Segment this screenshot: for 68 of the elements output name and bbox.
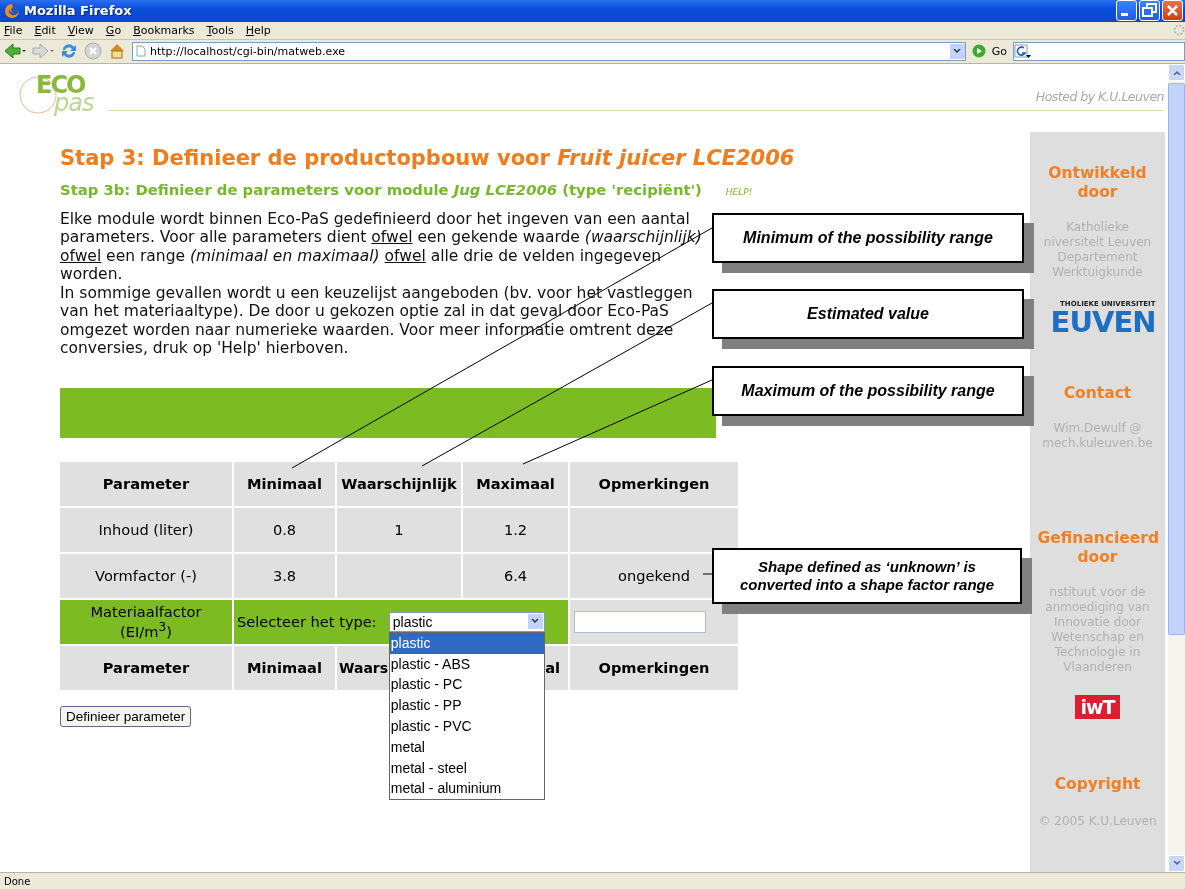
scroll-up-icon[interactable] <box>1172 69 1181 75</box>
callout-text: Estimated value <box>807 305 929 323</box>
column-header: Minimaal <box>234 645 335 690</box>
go-icon[interactable] <box>971 44 986 59</box>
minimize-button[interactable] <box>1116 0 1137 22</box>
dropdown-icon[interactable] <box>953 48 962 54</box>
sidebar-heading: Copyright <box>1053 774 1142 794</box>
eco-pas-logo: ECO pas <box>18 66 98 125</box>
sidebar-heading: Contact <box>1062 383 1133 403</box>
column-header: Opmerkingen <box>570 645 738 690</box>
menu-item[interactable]: Help <box>245 23 271 37</box>
column-header: Parameter <box>60 461 232 506</box>
menu-item[interactable]: File <box>4 23 23 37</box>
table-cell: Materiaalfactor (EI/m$^{3}$) <box>60 599 232 644</box>
dropdown-option[interactable]: plastic - PP <box>389 695 544 716</box>
table-cell: Vormfactor (-) <box>60 553 232 598</box>
back-button[interactable] <box>4 42 26 61</box>
hosted-by-text: Hosted by K.U.Leuven <box>1035 88 1164 104</box>
scrollbar[interactable] <box>1168 63 1185 873</box>
funder-logo: iwT <box>1075 694 1120 719</box>
table-cell: Inhoud (liter) <box>60 507 232 552</box>
address-field[interactable]: http://localhost/cgi-bin/matweb.exe <box>132 41 966 61</box>
sidebar-heading: Gefinancieerd door <box>1037 528 1158 567</box>
reload-button[interactable] <box>60 42 78 61</box>
page-icon <box>136 45 146 58</box>
select-label: Selecteer het type: <box>237 613 377 631</box>
section-subtitle: Stap 3b: Definieer de parameters voor module Jug LCE2006 (type 'recipiënt') <box>60 180 702 198</box>
column-header: Parameter <box>60 645 232 690</box>
go-button[interactable]: Go <box>991 44 1007 58</box>
page-title: Stap 3: Definieer de productopbouw voor Fruit juicer LCE2006 <box>60 144 796 171</box>
sidebar-heading: Ontwikkeld door <box>1047 163 1148 202</box>
dropdown-option[interactable]: metal - aluminium <box>389 778 544 800</box>
table-cell: 1 <box>337 507 461 552</box>
dropdown-option[interactable]: metal <box>389 736 544 758</box>
scroll-down-icon[interactable] <box>1172 861 1181 867</box>
menu-item[interactable]: Bookmarks <box>133 23 195 37</box>
table-cell: 3.8 <box>234 553 335 598</box>
callout-text: Minimum of the possibility range <box>743 229 993 247</box>
dropdown-option[interactable]: plastic <box>389 632 544 654</box>
throbber-icon <box>1173 24 1185 37</box>
column-header: Opmerkingen <box>570 461 738 506</box>
callout-text: Shape defined as ‘unknown’ is converted into a shape factor range <box>738 558 996 594</box>
home-button[interactable] <box>108 42 126 61</box>
type-select[interactable]: plastic <box>388 611 545 632</box>
table-cell: 1.2 <box>463 507 568 552</box>
define-parameter-button[interactable]: Definieer parameter <box>60 705 192 727</box>
menu-item[interactable]: Tools <box>206 23 234 37</box>
stop-button[interactable] <box>84 42 102 61</box>
input-field[interactable] <box>574 610 706 633</box>
dropdown-option[interactable]: plastic - PVC <box>389 715 544 737</box>
callout-text: Maximum of the possibility range <box>741 382 995 400</box>
search-field[interactable] <box>1013 41 1185 61</box>
window-title: Mozilla Firefox <box>24 3 133 19</box>
column-header: Maximaal <box>463 461 568 506</box>
dropdown-option[interactable]: metal - steel <box>389 757 544 779</box>
close-button[interactable] <box>1162 0 1183 22</box>
column-header: Waarschijnlijk <box>337 461 461 506</box>
status-text: Done <box>4 875 31 887</box>
dropdown-icon[interactable] <box>531 619 540 625</box>
maximize-button[interactable] <box>1139 0 1160 22</box>
column-header: Minimaal <box>234 461 335 506</box>
firefox-icon <box>4 2 20 19</box>
menu-item[interactable]: Edit <box>34 23 56 37</box>
table-cell: 0.8 <box>234 507 335 552</box>
menu-item[interactable]: Go <box>105 23 122 37</box>
menu-item[interactable]: View <box>67 23 94 37</box>
search-engine-icon[interactable] <box>1014 43 1032 59</box>
table-cell: 6.4 <box>463 553 568 598</box>
